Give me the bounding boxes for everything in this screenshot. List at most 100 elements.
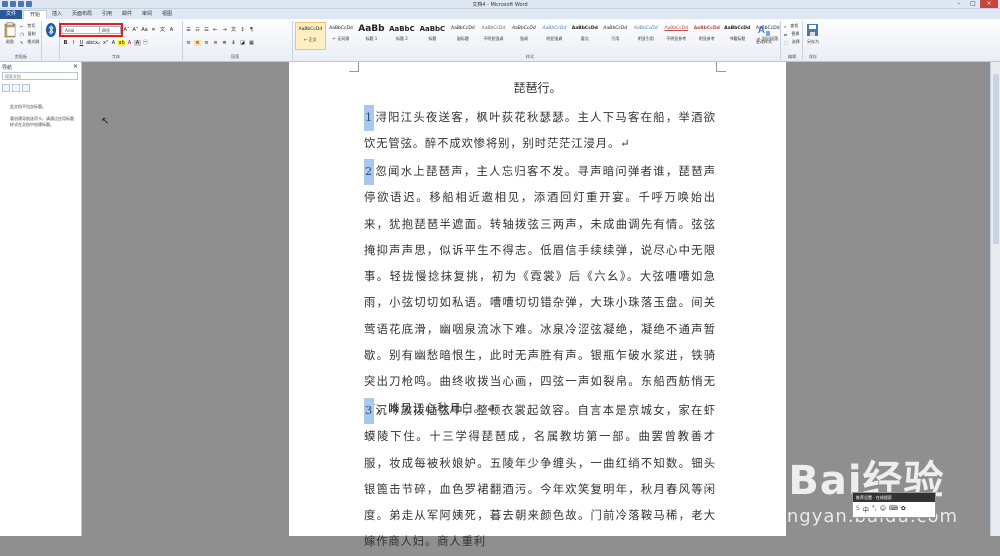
subscript-icon[interactable]: x₂ bbox=[94, 40, 101, 46]
strikethrough-icon[interactable]: abc bbox=[86, 40, 95, 46]
style-heading-1[interactable]: AaBb 标题 1 bbox=[356, 22, 386, 50]
tab-file[interactable]: 文件 bbox=[0, 10, 22, 19]
maximize-button[interactable]: □ bbox=[966, 0, 980, 8]
clear-format-icon[interactable]: ✕ bbox=[150, 27, 157, 33]
ribbon-tabs: 文件 开始 插入 页面布局 引用 邮件 审阅 视图 bbox=[0, 9, 1000, 19]
borders-icon[interactable]: ▦ bbox=[248, 40, 255, 46]
style-title[interactable]: AaBbC 标题 bbox=[417, 22, 447, 50]
paragraph-text: 忽闻水上琵琶声，主人忘归客不发。寻声暗问弹者谁，琵琶声停欲语迟。移船相近邀相见，… bbox=[364, 165, 716, 415]
font-format-buttons: B I U abc x₂ x² A ab A A ㊀ bbox=[62, 40, 149, 46]
decrease-indent-icon[interactable]: ⇤ bbox=[212, 27, 219, 33]
minimize-button[interactable]: – bbox=[952, 0, 966, 8]
headings-view-icon[interactable] bbox=[2, 84, 10, 92]
bluetooth-button[interactable] bbox=[44, 22, 58, 39]
superscript-icon[interactable]: x² bbox=[102, 40, 109, 46]
change-case-icon[interactable]: Aa bbox=[141, 27, 148, 33]
pages-view-icon[interactable] bbox=[12, 84, 20, 92]
align-right-icon[interactable]: ≡ bbox=[203, 40, 210, 46]
format-painter-button[interactable]: ✎ 格式刷 bbox=[20, 39, 39, 45]
tab-references[interactable]: 引用 bbox=[98, 10, 116, 19]
paste-button[interactable]: 粘贴 bbox=[2, 22, 18, 45]
tab-home[interactable]: 开始 bbox=[23, 10, 47, 19]
find-button[interactable]: ⌕ 查找 bbox=[784, 23, 798, 29]
paragraph-number: 3 bbox=[364, 398, 375, 425]
italic-icon[interactable]: I bbox=[70, 40, 77, 46]
tab-mailings[interactable]: 邮件 bbox=[118, 10, 136, 19]
bullets-icon[interactable]: ☰ bbox=[185, 27, 192, 33]
style-no-spacing[interactable]: AaBbCcDd ↵ 无间隔 bbox=[326, 22, 356, 50]
save-as-button[interactable]: 另存为 bbox=[805, 22, 821, 45]
nav-title: 导航 bbox=[2, 65, 13, 71]
show-marks-icon[interactable]: ¶ bbox=[248, 27, 255, 33]
style-book-title[interactable]: AaBbCcDd 书籍标题 bbox=[722, 22, 752, 50]
shading-icon[interactable]: ◪ bbox=[239, 40, 246, 46]
group-separator bbox=[780, 21, 781, 60]
style-subtitle[interactable]: AaBbCcDd 副标题 bbox=[448, 22, 478, 50]
phonetic-icon[interactable]: 文 bbox=[159, 27, 166, 33]
replace-button[interactable]: ⇄ 替换 bbox=[784, 31, 799, 37]
punctuation-icon[interactable]: °, bbox=[872, 505, 877, 514]
window-controls: – □ × bbox=[952, 0, 998, 8]
style-intense-emphasis[interactable]: AaBbCcDd 明显强调 bbox=[539, 22, 569, 50]
close-button[interactable]: × bbox=[980, 0, 998, 8]
cut-button[interactable]: ✂ 剪切 bbox=[20, 23, 35, 29]
save-as-icon bbox=[807, 24, 818, 36]
grow-font-icon[interactable]: A˄ bbox=[123, 27, 130, 33]
style-intense-reference[interactable]: AaBbCcDd 明显参考 bbox=[692, 22, 722, 50]
styles-gallery: AaBbCcDd ↵ 正文 AaBbCcDd ↵ 无间隔 AaBb 标题 1 AaBb… bbox=[295, 22, 783, 50]
distributed-icon[interactable]: ≣ bbox=[221, 40, 228, 46]
underline-icon[interactable]: U bbox=[78, 40, 85, 46]
chinese-layout-icon[interactable]: 文 bbox=[230, 27, 237, 33]
close-icon[interactable]: × bbox=[73, 63, 78, 70]
justify-icon[interactable]: ≡ bbox=[212, 40, 219, 46]
keyboard-icon[interactable]: ⌨ bbox=[889, 505, 898, 514]
highlight-icon[interactable]: ab bbox=[118, 40, 125, 46]
style-normal[interactable]: AaBbCcDd ↵ 正文 bbox=[295, 22, 326, 50]
tab-insert[interactable]: 插入 bbox=[48, 10, 66, 19]
numbering-icon[interactable]: ☷ bbox=[194, 27, 201, 33]
char-shading-icon[interactable]: A bbox=[134, 40, 141, 46]
svg-text:A: A bbox=[758, 25, 765, 36]
scrollbar-thumb[interactable] bbox=[993, 74, 999, 244]
tab-review[interactable]: 审阅 bbox=[138, 10, 156, 19]
tab-view[interactable]: 视图 bbox=[158, 10, 176, 19]
find-icon: ⌕ bbox=[784, 23, 787, 29]
font-color-icon[interactable]: A bbox=[126, 40, 133, 46]
style-subtle-reference[interactable]: AaBbCcDd 不明显参考 bbox=[661, 22, 691, 50]
align-left-icon[interactable]: ≡ bbox=[185, 40, 192, 46]
style-intense-quote[interactable]: AaBbCcDd 明显引用 bbox=[631, 22, 661, 50]
ime-toolbar[interactable]: 推荐设置 · 在线搜索 S 中 °, ☺ ⌨ ✿ bbox=[852, 492, 936, 518]
document-page[interactable]: 琵琶行。 1 浔阳江头夜送客，枫叶荻花秋瑟瑟。主人下马客在船，举酒欲饮无管弦。醉不… bbox=[289, 62, 786, 548]
tab-page-layout[interactable]: 页面布局 bbox=[67, 10, 97, 19]
align-center-icon[interactable]: ≡ bbox=[194, 40, 201, 46]
poem-paragraph-3: 3 沉吟放拨插弦中，整顿衣裳起敛容。自言本是京城女，家在虾蟆陵下住。十三学得琵琶成… bbox=[364, 398, 716, 556]
select-button[interactable]: ⬚ 选择 bbox=[784, 39, 800, 45]
shrink-font-icon[interactable]: A˅ bbox=[132, 27, 139, 33]
sogou-icon[interactable]: S bbox=[856, 505, 860, 514]
vertical-scrollbar[interactable] bbox=[990, 62, 1000, 536]
enclosed-char-icon[interactable]: ㊀ bbox=[142, 40, 149, 46]
skin-icon[interactable]: ✿ bbox=[901, 505, 906, 514]
char-border-icon[interactable]: A bbox=[168, 27, 175, 33]
text-effects-icon[interactable]: A bbox=[110, 40, 117, 46]
nav-search-input[interactable]: 搜索文档 bbox=[2, 72, 78, 80]
paragraph-group-label: 段落 bbox=[231, 54, 239, 59]
navigation-pane: 导航 × 搜索文档 此文档不包含标题。 要创建导航选项卡，请通过应用标题样式在文… bbox=[0, 62, 82, 536]
ribbon: 粘贴 ✂ 剪切 ❐ 复制 ✎ 格式刷 剪贴板 Arial 四号 A˄ A˅ Aa ✕ … bbox=[0, 19, 1000, 62]
change-styles-button[interactable]: A 更改样式 bbox=[753, 22, 775, 45]
group-separator bbox=[41, 21, 42, 60]
multilevel-list-icon[interactable]: ☲ bbox=[203, 27, 210, 33]
emoji-icon[interactable]: ☺ bbox=[880, 505, 886, 514]
results-view-icon[interactable] bbox=[22, 84, 30, 92]
sort-icon[interactable]: ↕ bbox=[239, 27, 246, 33]
line-spacing-icon[interactable]: ↨ bbox=[230, 40, 237, 46]
copy-button[interactable]: ❐ 复制 bbox=[20, 31, 36, 37]
style-strong[interactable]: AaBbCcDd 要点 bbox=[570, 22, 600, 50]
style-emphasis[interactable]: AaBbCcDd 强调 bbox=[509, 22, 539, 50]
ime-mode-icon[interactable]: 中 bbox=[863, 505, 869, 514]
increase-indent-icon[interactable]: ⇥ bbox=[221, 27, 228, 33]
style-quote[interactable]: AaBbCcDd 引用 bbox=[600, 22, 630, 50]
bold-icon[interactable]: B bbox=[62, 40, 69, 46]
style-heading-2[interactable]: AaBbC 标题 2 bbox=[387, 22, 417, 50]
style-subtle-emphasis[interactable]: AaBbCcDd 不明显强调 bbox=[478, 22, 508, 50]
